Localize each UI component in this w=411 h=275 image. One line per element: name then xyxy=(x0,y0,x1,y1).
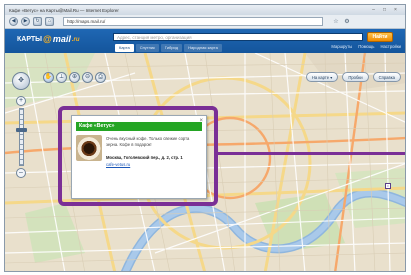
close-icon[interactable]: × xyxy=(392,7,399,13)
link-help[interactable]: Помощь xyxy=(358,44,374,49)
zoom-slider-thumb[interactable] xyxy=(16,127,27,132)
map-toolbar: ✋ ⟂ ⊕ ⊖ ⎙ xyxy=(43,72,106,83)
search-button[interactable]: Найти xyxy=(367,32,393,42)
zoom-slider[interactable] xyxy=(19,108,24,166)
logo-text: КАРТЫ xyxy=(17,35,43,43)
zoom-in-icon[interactable]: ⊕ xyxy=(69,72,80,83)
logo-at: @ xyxy=(43,34,52,44)
window-controls: – □ × xyxy=(370,7,405,13)
on-map-label: На карте xyxy=(311,75,330,80)
coffee-cup-image xyxy=(76,135,102,161)
map-canvas[interactable]: ✥ + – ✋ ⟂ ⊕ ⊖ ⎙ На карте ▾ Пробки Справк… xyxy=(5,53,405,271)
print-icon[interactable]: ⎙ xyxy=(95,72,106,83)
popup-description: Очень вкусный кофе. Только свежие сорта … xyxy=(106,136,190,147)
popup-address: Москва, Гоголевский пер., д. 2, стр. 1 xyxy=(106,155,183,160)
site-header: КАРТЫ @ mail .ru Адрес, станция метро, о… xyxy=(5,29,405,53)
map-type-tabs: Карта Спутник Гибрид Народная карта xyxy=(115,44,222,52)
map-marker[interactable]: • xyxy=(385,183,391,189)
place-popup: × Кафе «Ветус» Очень вкусный кофе. Тольк… xyxy=(71,115,207,199)
popup-title: Кафе «Ветус» xyxy=(76,122,202,131)
ruler-icon[interactable]: ⟂ xyxy=(56,72,67,83)
tab-map[interactable]: Карта xyxy=(115,44,134,52)
search-input[interactable]: Адрес, станция метро, организация xyxy=(113,33,363,41)
browser-icons: ☆ ⚙ xyxy=(332,18,351,26)
hand-icon[interactable]: ✋ xyxy=(43,72,54,83)
window-title: Кафе «Ветус» на Карты@Mail.Ru — Internet… xyxy=(9,7,119,13)
back-button[interactable]: ◀ xyxy=(9,17,18,26)
link-routes[interactable]: Маршруты xyxy=(331,44,352,49)
map-buttons: На карте ▾ Пробки Справка xyxy=(305,72,401,82)
pan-control[interactable]: ✥ xyxy=(12,72,30,90)
tab-hybrid[interactable]: Гибрид xyxy=(160,44,183,52)
refresh-button[interactable]: ↻ xyxy=(33,17,42,26)
browser-window: Кафе «Ветус» на Карты@Mail.Ru — Internet… xyxy=(4,4,406,272)
zoom-in-button[interactable]: + xyxy=(16,96,26,106)
traffic-button[interactable]: Пробки xyxy=(342,72,369,82)
zoom-out-icon[interactable]: ⊖ xyxy=(82,72,93,83)
home-button[interactable]: ⌂ xyxy=(45,17,54,26)
on-map-button[interactable]: На карте ▾ xyxy=(305,72,339,82)
star-icon[interactable]: ☆ xyxy=(332,18,340,26)
logo-ru: .ru xyxy=(71,37,80,43)
help-button[interactable]: Справка xyxy=(372,72,401,82)
site-logo[interactable]: КАРТЫ @ mail .ru xyxy=(17,34,80,44)
address-text: http://maps.mail.ru/ xyxy=(67,19,106,24)
zoom-out-button[interactable]: – xyxy=(16,168,26,178)
address-bar[interactable]: http://maps.mail.ru/ xyxy=(63,17,323,26)
browser-toolbar: ◀ ▶ ↻ ⌂ http://maps.mail.ru/ ☆ ⚙ xyxy=(5,15,405,29)
title-bar: Кафе «Ветус» на Карты@Mail.Ru — Internet… xyxy=(5,5,405,15)
minimize-icon[interactable]: – xyxy=(370,7,377,13)
highlight-connector xyxy=(218,152,405,155)
header-links: Маршруты Помощь Настройки xyxy=(331,44,401,49)
forward-button[interactable]: ▶ xyxy=(21,17,30,26)
gear-icon[interactable]: ⚙ xyxy=(343,18,351,26)
popup-link[interactable]: cafe-vetus.ru xyxy=(106,162,130,167)
tab-satellite[interactable]: Спутник xyxy=(135,44,159,52)
tab-people-map[interactable]: Народная карта xyxy=(184,44,222,52)
maximize-icon[interactable]: □ xyxy=(381,7,388,13)
link-settings[interactable]: Настройки xyxy=(380,44,401,49)
logo-mail: mail xyxy=(52,34,71,44)
